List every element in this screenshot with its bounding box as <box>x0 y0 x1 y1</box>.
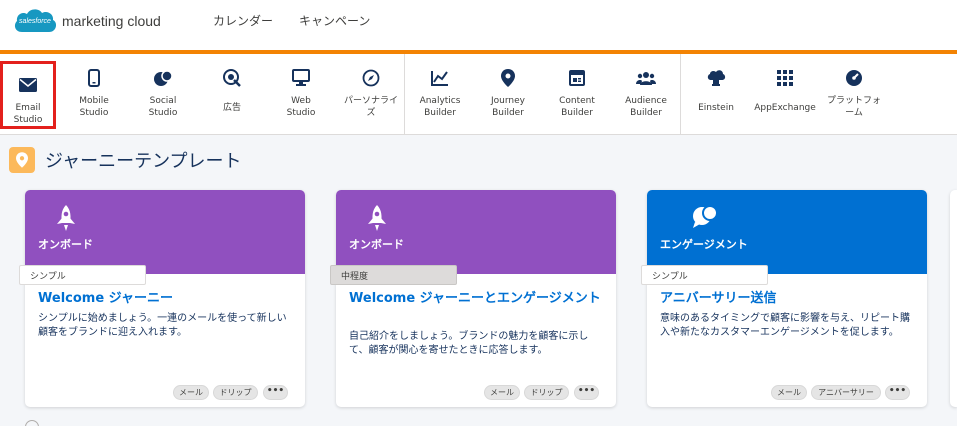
app-label: Email Studio <box>13 103 43 125</box>
salesforce-cloud-icon: salesforce <box>12 6 58 36</box>
app-journey-builder[interactable]: Journey Builder <box>478 54 538 135</box>
app-label: Audience Builder <box>625 96 667 118</box>
mobile-icon <box>83 67 105 89</box>
rocket-icon <box>53 204 79 232</box>
tag-drip: ドリップ <box>213 385 258 400</box>
logo-badge-text: salesforce <box>19 17 51 25</box>
level-badge: 中程度 <box>330 265 457 285</box>
app-analytics-builder[interactable]: Analytics Builder <box>410 54 470 135</box>
card-header: エンゲージメント <box>647 190 927 274</box>
app-mobile-studio[interactable]: Mobile Studio <box>64 54 124 135</box>
section-heading: ジャーニーテンプレート <box>9 147 242 173</box>
app-label: Mobile Studio <box>79 96 109 118</box>
app-audience-builder[interactable]: Audience Builder <box>616 54 676 135</box>
card-title[interactable]: アニバーサリー送信 <box>660 291 922 306</box>
app-label: プラットフォ ーム <box>826 96 881 118</box>
gauge-icon <box>843 67 865 89</box>
chat-bubbles-icon <box>691 204 719 232</box>
app-label: Web Studio <box>286 96 316 118</box>
nav-calendar[interactable]: カレンダー <box>213 12 273 29</box>
app-einstein[interactable]: Einstein <box>686 54 746 135</box>
email-icon <box>17 74 39 96</box>
card-category: オンボード <box>38 238 93 251</box>
compass-icon <box>360 67 382 89</box>
app-label: パーソナライ ズ <box>343 96 398 118</box>
card-description: 自己紹介をしましょう。ブランドの魅力を顧客に示して、顧客が関心を寄せたときに応答… <box>349 331 589 356</box>
app-advertising[interactable]: 広告 <box>202 54 262 135</box>
app-label: Social Studio <box>148 96 178 118</box>
app-label: Journey Builder <box>491 96 525 118</box>
tag-anniversary: アニバーサリー <box>811 385 881 400</box>
app-label: Analytics Builder <box>419 96 461 118</box>
app-web-studio[interactable]: Web Studio <box>271 54 331 135</box>
journey-template-card[interactable]: オンボード 中程度 Welcome ジャーニーとエンゲージメント 自己紹介をしま… <box>330 190 616 407</box>
journey-template-card[interactable]: オンボード シンプル Welcome ジャーニー シンプルに始めましょう。一連の… <box>19 190 305 407</box>
level-badge: シンプル <box>641 265 768 285</box>
page-title: ジャーニーテンプレート <box>45 151 242 172</box>
salesforce-logo[interactable]: salesforce marketing cloud <box>12 6 161 36</box>
location-pin-icon <box>9 147 35 173</box>
journey-template-card[interactable]: エンゲージメント シンプル アニバーサリー送信 意味のあるタイミングで顧客に影響… <box>641 190 927 407</box>
card-description: シンプルに始めましょう。一連のメールを使って新しい顧客をブランドに迎え入れます。 <box>38 313 287 338</box>
more-tags-button[interactable]: ••• <box>885 385 910 400</box>
logo-text: marketing cloud <box>62 13 161 29</box>
radio-button[interactable] <box>25 420 39 426</box>
line-chart-icon <box>429 67 451 89</box>
app-switcher-bar: Email Studio Mobile Studio Social Studio… <box>0 54 957 135</box>
monitor-icon <box>290 67 312 89</box>
einstein-icon <box>705 67 727 89</box>
app-appexchange[interactable]: AppExchange <box>752 54 818 135</box>
location-pin-icon <box>497 67 519 89</box>
card-category: エンゲージメント <box>660 238 748 251</box>
content-icon <box>566 67 588 89</box>
level-badge: シンプル <box>19 265 146 285</box>
tag-drip: ドリップ <box>524 385 569 400</box>
card-header: オンボード <box>25 190 305 274</box>
nav-campaign[interactable]: キャンペーン <box>299 12 370 29</box>
rocket-icon <box>364 204 390 232</box>
tag-email: メール <box>173 385 209 400</box>
more-tags-button[interactable]: ••• <box>574 385 599 400</box>
people-icon <box>635 67 657 89</box>
social-icon <box>152 67 174 89</box>
card-header: オンボード <box>336 190 616 274</box>
journey-template-card-partial[interactable] <box>950 190 957 407</box>
app-platform[interactable]: プラットフォ ーム <box>822 54 886 135</box>
app-label: Content Builder <box>559 96 595 118</box>
more-tags-button[interactable]: ••• <box>263 385 288 400</box>
app-social-studio[interactable]: Social Studio <box>133 54 193 135</box>
toolbar-divider <box>680 54 681 135</box>
app-label: 広告 <box>222 103 241 113</box>
app-content-builder[interactable]: Content Builder <box>547 54 607 135</box>
ads-icon <box>221 67 243 89</box>
card-title[interactable]: Welcome ジャーニーとエンゲージメント <box>349 291 611 306</box>
app-email-studio[interactable]: Email Studio <box>0 61 56 129</box>
tag-email: メール <box>484 385 520 400</box>
card-category: オンボード <box>349 238 404 251</box>
card-description: 意味のあるタイミングで顧客に影響を与え、リピート購入や新たなカスタマーエンゲージ… <box>660 313 910 338</box>
grid-icon <box>774 67 796 89</box>
top-bar: salesforce marketing cloud カレンダー キャンペーン <box>0 0 957 50</box>
app-label: Einstein <box>698 103 734 113</box>
tag-email: メール <box>771 385 807 400</box>
app-personalize[interactable]: パーソナライ ズ <box>339 54 403 135</box>
card-title[interactable]: Welcome ジャーニー <box>38 291 300 306</box>
toolbar-divider <box>404 54 405 135</box>
app-label: AppExchange <box>754 103 816 113</box>
